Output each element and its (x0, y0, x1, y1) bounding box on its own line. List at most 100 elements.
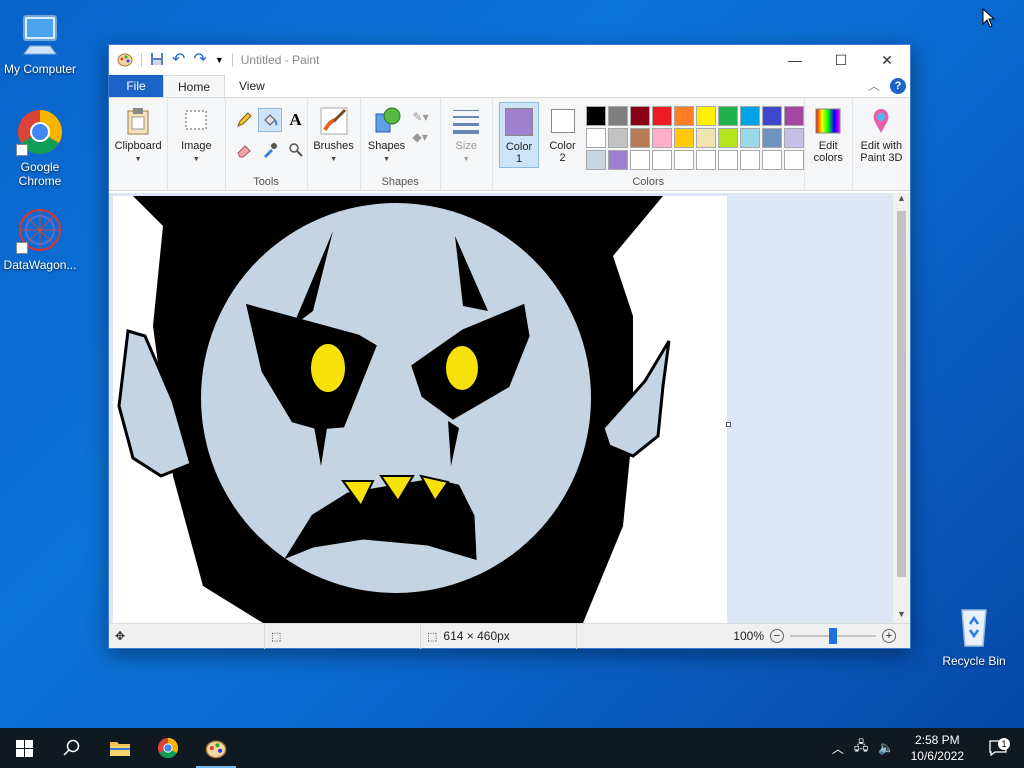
resize-handle[interactable] (726, 422, 731, 427)
edit-colors-button[interactable]: Edit colors (805, 102, 852, 186)
tab-file[interactable]: File (109, 75, 163, 97)
collapse-ribbon-icon[interactable]: ︿ (868, 77, 880, 94)
paint3d-group: Edit with Paint 3D (853, 98, 910, 190)
palette-swatch[interactable] (739, 150, 760, 170)
canvas-area[interactable]: ▲ ▼ (109, 193, 910, 623)
palette-swatch[interactable] (717, 150, 738, 170)
chrome-icon (16, 108, 64, 156)
palette-swatch[interactable] (695, 106, 716, 126)
eraser-icon[interactable] (232, 138, 256, 162)
desktop-icon-my-computer[interactable]: My Computer (2, 10, 78, 76)
palette-swatch[interactable] (629, 128, 650, 148)
taskbar-paint[interactable] (192, 728, 240, 768)
palette-swatch[interactable] (651, 128, 672, 148)
redo-icon[interactable]: ↷ (193, 52, 206, 68)
network-icon[interactable]: 🖧 (854, 737, 869, 759)
tools-group: A Tools (226, 98, 308, 190)
edit-colors-group: Edit colors (805, 98, 853, 190)
taskbar-chrome[interactable] (144, 728, 192, 768)
palette-swatch[interactable] (717, 128, 738, 148)
start-button[interactable] (0, 728, 48, 768)
palette-swatch[interactable] (761, 128, 782, 148)
clock[interactable]: 2:58 PM 10/6/2022 (905, 732, 970, 764)
fill-bucket-icon[interactable] (257, 108, 282, 132)
palette-swatch[interactable] (629, 106, 650, 126)
color2-button[interactable]: Color 2 (543, 102, 582, 168)
paint-app-icon[interactable] (117, 51, 133, 70)
image-size-cell: ⬚ 614 × 460px (421, 623, 577, 649)
drawing-canvas[interactable] (113, 196, 727, 623)
zoom-slider[interactable] (790, 628, 876, 644)
color1-button[interactable]: Color 1 (498, 102, 540, 168)
show-hidden-icons-icon[interactable]: ︿ (832, 740, 844, 757)
color1-label-line1: Color (505, 141, 533, 153)
help-button[interactable]: ? (890, 77, 906, 94)
maximize-button[interactable]: ☐ (818, 45, 864, 75)
color-picker-icon[interactable] (258, 138, 282, 162)
shapes-group: Shapes ▼ ✎▾ ◆▾ Shapes (361, 98, 441, 190)
color2-swatch-frame (548, 106, 578, 136)
edit-colors-line2: colors (813, 152, 843, 164)
clipboard-label: Clipboard (114, 140, 162, 152)
desktop-icon-label: Google Chrome (18, 160, 62, 188)
palette-swatch[interactable] (739, 128, 760, 148)
shortcut-arrow-icon (16, 144, 28, 156)
pencil-icon[interactable] (232, 108, 256, 132)
search-button[interactable] (48, 728, 96, 768)
action-center-button[interactable]: 1 (980, 738, 1016, 756)
taskbar-file-explorer[interactable] (96, 728, 144, 768)
palette-swatch[interactable] (607, 106, 628, 126)
palette-swatch[interactable] (739, 106, 760, 126)
size-label: Size (455, 140, 477, 152)
clipboard-button[interactable]: Clipboard ▼ (112, 102, 164, 186)
tab-home[interactable]: Home (163, 75, 226, 97)
palette-swatch[interactable] (607, 150, 628, 170)
brushes-button[interactable]: Brushes ▼ (308, 102, 360, 186)
size-button[interactable]: Size ▼ (441, 102, 492, 186)
windows-logo-icon (15, 739, 33, 757)
clock-date: 10/6/2022 (910, 749, 964, 763)
desktop-icon-recycle-bin[interactable]: Recycle Bin (936, 602, 1012, 668)
text-tool-icon[interactable]: A (284, 108, 308, 132)
scroll-down-icon[interactable]: ▼ (893, 609, 910, 623)
palette-swatch[interactable] (585, 106, 606, 126)
undo-icon[interactable]: ↶ (172, 52, 185, 68)
palette-swatch[interactable] (585, 150, 606, 170)
palette-swatch[interactable] (673, 150, 694, 170)
clipboard-group: Clipboard ▼ (109, 98, 169, 190)
zoom-in-button[interactable]: + (882, 629, 896, 643)
shapes-button[interactable]: Shapes ▼ (361, 102, 413, 186)
palette-swatch[interactable] (673, 128, 694, 148)
magnifier-icon[interactable] (284, 138, 308, 162)
zoom-out-button[interactable]: − (770, 629, 784, 643)
palette-swatch[interactable] (651, 106, 672, 126)
minimize-button[interactable]: — (772, 45, 818, 75)
palette-swatch[interactable] (585, 128, 606, 148)
palette-swatch[interactable] (629, 150, 650, 170)
palette-swatch[interactable] (783, 128, 804, 148)
palette-swatch[interactable] (673, 106, 694, 126)
save-icon[interactable] (150, 52, 164, 69)
palette-swatch[interactable] (717, 106, 738, 126)
customize-qat-icon[interactable]: ▼ (215, 55, 224, 65)
palette-swatch[interactable] (783, 150, 804, 170)
close-button[interactable]: ✕ (864, 45, 910, 75)
palette-swatch[interactable] (695, 150, 716, 170)
palette-swatch[interactable] (695, 128, 716, 148)
image-button[interactable]: Image ▼ (170, 102, 222, 186)
desktop-icon-google-chrome[interactable]: Google Chrome (2, 108, 78, 188)
palette-swatch[interactable] (761, 106, 782, 126)
palette-swatch[interactable] (607, 128, 628, 148)
palette-swatch[interactable] (651, 150, 672, 170)
palette-swatch[interactable] (761, 150, 782, 170)
scroll-thumb[interactable] (897, 211, 906, 577)
vertical-scrollbar[interactable]: ▲ ▼ (893, 193, 910, 623)
scroll-up-icon[interactable]: ▲ (893, 193, 910, 207)
palette-swatch[interactable] (783, 106, 804, 126)
edit-with-paint3d-button[interactable]: Edit with Paint 3D (853, 102, 909, 186)
volume-icon[interactable]: 🔈 (878, 740, 894, 756)
zoom-slider-knob[interactable] (829, 628, 837, 644)
taskbar: ︿ 🖧 🔈 2:58 PM 10/6/2022 1 (0, 728, 1024, 768)
desktop-icon-datawagon[interactable]: DataWagon... (2, 206, 78, 272)
tab-view[interactable]: View (225, 75, 279, 97)
